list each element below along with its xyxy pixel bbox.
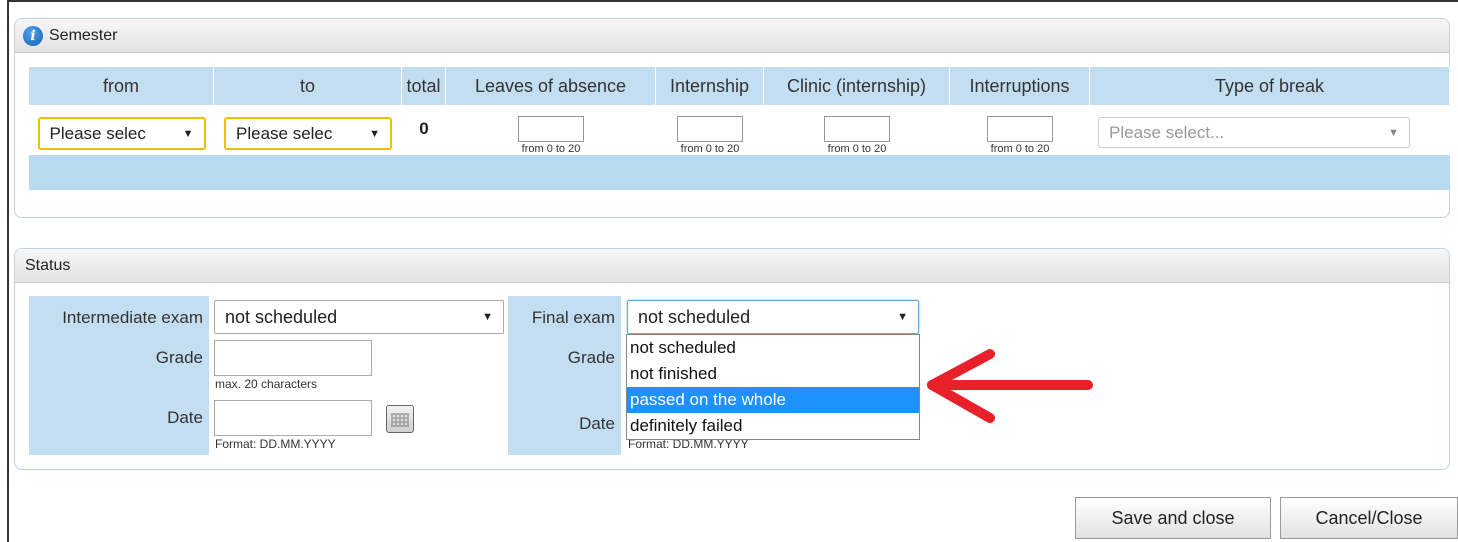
type-of-break-select[interactable]: Please select... ▼	[1098, 117, 1410, 148]
info-icon[interactable]: i	[23, 25, 43, 46]
intermediate-grade-hint: max. 20 characters	[215, 377, 318, 391]
col-to: to	[214, 67, 402, 105]
intermediate-date-label: Date	[167, 408, 203, 427]
internship-cell: from 0 to 20	[656, 105, 764, 155]
col-clinic: Clinic (internship)	[764, 67, 950, 105]
chevron-down-icon: ▼	[1388, 126, 1399, 139]
intermediate-exam-select[interactable]: not scheduled ▼	[214, 300, 504, 334]
status-header: Status	[15, 249, 1449, 283]
from-cell: Please selec ▼	[29, 105, 214, 155]
leaves-of-absence-input[interactable]	[518, 116, 584, 142]
interruptions-cell: from 0 to 20	[950, 105, 1090, 155]
semester-panel: i Semester from to total Leaves of absen…	[14, 18, 1450, 218]
window-border-top	[7, 0, 1458, 2]
col-type-of-break: Type of break	[1090, 67, 1450, 105]
intermediate-exam-value: not scheduled	[225, 306, 338, 327]
final-grade-label: Grade	[567, 348, 615, 367]
chevron-down-icon: ▼	[482, 311, 493, 323]
interruptions-hint: from 0 to 20	[990, 143, 1050, 155]
chevron-down-icon: ▼	[182, 127, 194, 140]
dropdown-option-highlighted[interactable]: passed on the whole	[627, 387, 919, 413]
semester-title: Semester	[49, 26, 118, 44]
status-title: Status	[25, 256, 71, 274]
type-cell: Please select... ▼	[1090, 105, 1450, 155]
leaves-cell: from 0 to 20	[446, 105, 656, 155]
intermediate-label-column: Intermediate exam Grade Date	[29, 296, 209, 455]
semester-table-header: from to total Leaves of absence Internsh…	[29, 67, 1450, 105]
chevron-down-icon: ▼	[897, 311, 908, 323]
leaves-hint: from 0 to 20	[521, 143, 581, 155]
clinic-input[interactable]	[824, 116, 890, 142]
clinic-cell: from 0 to 20	[764, 105, 950, 155]
final-date-label: Date	[579, 414, 615, 433]
window-border-left	[7, 0, 9, 542]
internship-hint: from 0 to 20	[680, 143, 740, 155]
type-of-break-placeholder: Please select...	[1109, 122, 1225, 142]
col-interruptions: Interruptions	[950, 67, 1090, 105]
interruptions-input[interactable]	[987, 116, 1053, 142]
to-select-value: Please selec	[236, 123, 333, 143]
cancel-close-button[interactable]: Cancel/Close	[1280, 497, 1458, 539]
red-arrow-annotation	[927, 349, 1093, 423]
semester-table: from to total Leaves of absence Internsh…	[29, 67, 1450, 190]
to-select[interactable]: Please selec ▼	[224, 117, 392, 150]
intermediate-date-input[interactable]	[214, 400, 372, 436]
dropdown-option[interactable]: not scheduled	[627, 335, 919, 361]
final-exam-select[interactable]: not scheduled ▼	[627, 300, 919, 334]
intermediate-date-hint: Format: DD.MM.YYYY	[215, 437, 336, 451]
final-exam-dropdown: not scheduled not finished passed on the…	[626, 334, 920, 440]
total-cell: 0	[402, 105, 446, 155]
dropdown-option[interactable]: definitely failed	[627, 413, 919, 439]
chevron-down-icon: ▼	[369, 127, 380, 140]
dropdown-option[interactable]: not finished	[627, 361, 919, 387]
total-value: 0	[419, 119, 429, 138]
semester-row: Please selec ▼ Please selec ▼ 0 from 0 t…	[29, 105, 1450, 155]
col-total: total	[402, 67, 446, 105]
intermediate-exam-label: Intermediate exam	[62, 308, 203, 327]
calendar-icon[interactable]	[386, 405, 414, 433]
from-select[interactable]: Please selec ▼	[37, 117, 206, 150]
intermediate-grade-input[interactable]	[214, 340, 372, 376]
semester-table-footer	[29, 155, 1450, 190]
to-cell: Please selec ▼	[214, 105, 402, 155]
semester-header: i Semester	[15, 19, 1449, 53]
col-internship: Internship	[656, 67, 764, 105]
col-leaves-of-absence: Leaves of absence	[446, 67, 656, 105]
clinic-hint: from 0 to 20	[827, 143, 887, 155]
col-from: from	[29, 67, 214, 105]
internship-input[interactable]	[677, 116, 743, 142]
intermediate-grade-label: Grade	[155, 348, 203, 367]
final-exam-value: not scheduled	[638, 306, 751, 327]
from-select-value: Please selec	[49, 123, 146, 143]
save-and-close-button[interactable]: Save and close	[1075, 497, 1271, 539]
final-label-column: Final exam Grade Date	[508, 296, 621, 455]
final-exam-label: Final exam	[531, 308, 615, 327]
